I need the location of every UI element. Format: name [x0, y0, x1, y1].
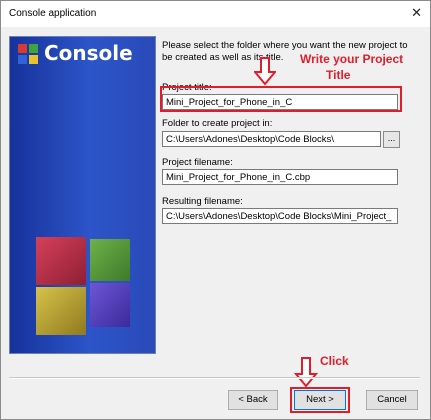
project-title-highlight — [160, 86, 402, 112]
folder-label: Folder to create project in: — [162, 118, 273, 129]
cubes-graphic — [36, 237, 130, 335]
close-icon[interactable]: ✕ — [411, 5, 422, 21]
resulting-filename-field: C:\Users\Adones\Desktop\Code Blocks\Mini… — [162, 208, 398, 224]
wizard-banner: Console — [9, 36, 156, 354]
cube-yellow — [36, 287, 86, 335]
codeblocks-logo-icon — [18, 44, 38, 64]
down-arrow-icon — [254, 57, 276, 86]
next-highlight — [290, 387, 350, 413]
back-button[interactable]: < Back — [228, 390, 278, 410]
down-arrow-icon — [294, 357, 318, 388]
project-filename-field[interactable]: Mini_Project_for_Phone_in_C.cbp — [162, 169, 398, 185]
banner-title: Console — [44, 41, 133, 65]
cube-red — [36, 237, 86, 285]
cube-purple — [90, 283, 130, 327]
browse-button[interactable]: ... — [383, 131, 400, 148]
title-bar: Console application ✕ — [1, 1, 430, 27]
window-title: Console application — [9, 8, 97, 19]
cancel-button[interactable]: Cancel — [366, 390, 418, 410]
separator — [9, 377, 420, 379]
project-filename-label: Project filename: — [162, 157, 233, 168]
folder-input[interactable]: C:\Users\Adones\Desktop\Code Blocks\ — [162, 131, 381, 147]
write-title-annotation-line2: Title — [326, 68, 351, 82]
cube-green — [90, 239, 130, 281]
click-annotation: Click — [320, 354, 349, 368]
write-title-annotation: Write your Project — [300, 52, 404, 66]
resulting-filename-label: Resulting filename: — [162, 196, 243, 207]
